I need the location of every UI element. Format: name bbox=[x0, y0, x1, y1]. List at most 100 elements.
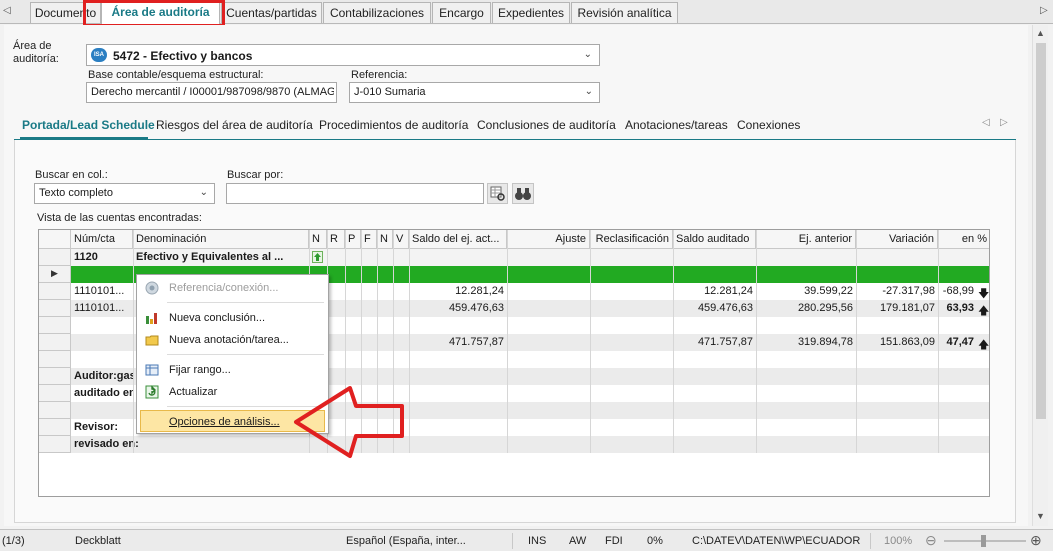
row-selector[interactable] bbox=[39, 283, 71, 300]
menu-item-fijar-rango[interactable]: Fijar rango... bbox=[137, 359, 328, 381]
ref-select[interactable]: J-010 Sumaria ⌄ bbox=[349, 82, 600, 103]
row-selector[interactable] bbox=[39, 351, 71, 368]
zoom-slider-thumb[interactable] bbox=[981, 535, 986, 547]
subtab-right-icon[interactable]: ▷ bbox=[1000, 117, 1008, 128]
subtab-portada[interactable]: Portada/Lead Schedule bbox=[22, 118, 155, 132]
tab-cuentas-partidas[interactable]: Cuentas/partidas bbox=[221, 2, 322, 23]
saldo: 12.281,24 bbox=[455, 285, 504, 297]
search-col-label: Buscar en col.: bbox=[35, 169, 108, 181]
row-selector[interactable] bbox=[39, 385, 71, 402]
row-selector[interactable] bbox=[39, 334, 71, 351]
col-header-v[interactable]: V bbox=[393, 230, 409, 249]
status-aw: AW bbox=[569, 535, 587, 547]
chevron-down-icon: ⌄ bbox=[583, 49, 592, 60]
conclusion-icon bbox=[146, 313, 157, 324]
subtab-conexiones[interactable]: Conexiones bbox=[737, 118, 800, 132]
variacion: 179.181,07 bbox=[879, 302, 935, 314]
base-label: Base contable/esquema estructural: bbox=[88, 69, 264, 81]
col-header-p[interactable]: P bbox=[345, 230, 361, 249]
col-header-n2[interactable]: N bbox=[377, 230, 393, 249]
scroll-thumb[interactable] bbox=[1036, 43, 1046, 419]
subtab-bar: Portada/Lead Schedule Riesgos del área d… bbox=[20, 112, 1020, 134]
area-select[interactable]: ISA 5472 - Efectivo y bancos ⌄ bbox=[86, 44, 600, 66]
col-header-reclasificacion[interactable]: Reclasificación bbox=[590, 230, 673, 249]
menu-item-label: Nueva conclusión... bbox=[169, 312, 265, 324]
saldo-auditado: 459.476,63 bbox=[697, 302, 753, 314]
zoom-in-icon[interactable]: ⊕ bbox=[1030, 532, 1042, 549]
col-header-r[interactable]: R bbox=[327, 230, 345, 249]
group-row[interactable]: 1120 Efectivo y Equivalentes al ... bbox=[39, 249, 989, 266]
col-header-n[interactable]: N bbox=[309, 230, 327, 249]
row-selector[interactable] bbox=[39, 402, 71, 419]
subtab-conclusiones[interactable]: Conclusiones de auditoría bbox=[477, 118, 616, 132]
search-by-input[interactable] bbox=[226, 183, 484, 204]
subtab-procedimientos[interactable]: Procedimientos de auditoría bbox=[319, 118, 468, 132]
col-header-pct[interactable]: en % bbox=[938, 230, 989, 249]
tab-contabilizaciones[interactable]: Contabilizaciones bbox=[323, 2, 431, 23]
pct: 63,93 bbox=[946, 302, 974, 314]
col-header-ej-anterior[interactable]: Ej. anterior bbox=[756, 230, 856, 249]
col-header-saldo[interactable]: Saldo del ej. act... bbox=[409, 230, 507, 249]
col-divider bbox=[938, 230, 939, 453]
row-selector[interactable] bbox=[39, 300, 71, 317]
menu-separator bbox=[167, 354, 324, 355]
search-col-select[interactable]: Texto completo ⌄ bbox=[34, 183, 215, 204]
tab-encargo[interactable]: Encargo bbox=[432, 2, 491, 23]
menu-item-nueva-anotacion[interactable]: Nueva anotación/tarea... bbox=[137, 329, 328, 351]
ej-anterior: 39.599,22 bbox=[804, 285, 853, 297]
col-header-ajuste[interactable]: Ajuste bbox=[507, 230, 590, 249]
row-selector[interactable] bbox=[39, 368, 71, 385]
col-header-saldo-auditado[interactable]: Saldo auditado bbox=[673, 230, 756, 249]
col-header-num[interactable]: Núm/cta bbox=[71, 230, 133, 249]
menu-item-label: Referencia/conexión... bbox=[169, 282, 279, 294]
total-variacion: 151.863,09 bbox=[879, 336, 935, 348]
grid-corner[interactable] bbox=[39, 230, 71, 249]
total-saldo: 471.757,87 bbox=[448, 336, 504, 348]
total-saldo-auditado: 471.757,87 bbox=[697, 336, 753, 348]
tab-scroll-right-icon[interactable]: ▷ bbox=[1040, 5, 1048, 16]
range-icon bbox=[145, 364, 159, 376]
grid-search-button[interactable] bbox=[487, 183, 508, 204]
row-selector[interactable] bbox=[39, 436, 71, 453]
refresh-icon bbox=[145, 385, 159, 399]
col-divider bbox=[133, 230, 134, 453]
status-language[interactable]: Español (España, inter... bbox=[346, 535, 466, 547]
tab-revision-analitica[interactable]: Revisión analítica bbox=[571, 2, 678, 23]
annotation-arrow-icon bbox=[294, 386, 404, 458]
status-percent: 0% bbox=[647, 535, 663, 547]
status-path: C:\DATEV\DATEN\WP\ECUADOR bbox=[692, 535, 861, 547]
subtab-anotaciones[interactable]: Anotaciones/tareas bbox=[625, 118, 728, 132]
binoculars-button[interactable] bbox=[512, 183, 534, 204]
zoom-out-icon[interactable]: ⊖ bbox=[925, 532, 937, 549]
col-divider bbox=[507, 230, 508, 453]
status-page: (1/3) bbox=[2, 535, 25, 547]
menu-item-nueva-conclusion[interactable]: Nueva conclusión... bbox=[137, 307, 328, 329]
scroll-up-icon[interactable]: ▲ bbox=[1036, 28, 1045, 38]
col-header-denominacion[interactable]: Denominación bbox=[133, 230, 309, 249]
base-field[interactable]: Derecho mercantil / I00001/987098/9870 (… bbox=[86, 82, 337, 103]
tab-label: Cuentas/partidas bbox=[226, 6, 317, 20]
document-arrow-icon[interactable] bbox=[312, 251, 323, 263]
subtab-left-icon[interactable]: ◁ bbox=[982, 117, 990, 128]
row-selector[interactable] bbox=[39, 249, 71, 266]
col-divider bbox=[756, 230, 757, 453]
menu-item-referencia[interactable]: Referencia/conexión... bbox=[137, 277, 328, 299]
col-header-variacion[interactable]: Variación bbox=[856, 230, 938, 249]
vertical-scrollbar[interactable]: ▲ ▼ bbox=[1032, 25, 1048, 526]
scroll-down-icon[interactable]: ▼ bbox=[1036, 511, 1045, 521]
account-num: 1110101... bbox=[74, 302, 125, 314]
row-selector[interactable] bbox=[39, 317, 71, 334]
base-value: Derecho mercantil / I00001/987098/9870 (… bbox=[91, 86, 334, 98]
link-icon bbox=[145, 281, 159, 295]
col-header-f[interactable]: F bbox=[361, 230, 377, 249]
chevron-down-icon: ⌄ bbox=[199, 187, 208, 198]
row-selector[interactable] bbox=[39, 419, 71, 436]
subtab-riesgos[interactable]: Riesgos del área de auditoría bbox=[156, 118, 313, 132]
tab-scroll-left-icon[interactable]: ◁ bbox=[3, 5, 11, 16]
tab-expedientes[interactable]: Expedientes bbox=[492, 2, 570, 23]
col-divider bbox=[590, 230, 591, 453]
revisor-date-row[interactable]: revisado en: bbox=[39, 436, 989, 453]
status-zoom: 100% bbox=[884, 535, 913, 547]
tab-label: Encargo bbox=[439, 6, 484, 20]
row-selector[interactable]: ▶ bbox=[39, 266, 71, 283]
